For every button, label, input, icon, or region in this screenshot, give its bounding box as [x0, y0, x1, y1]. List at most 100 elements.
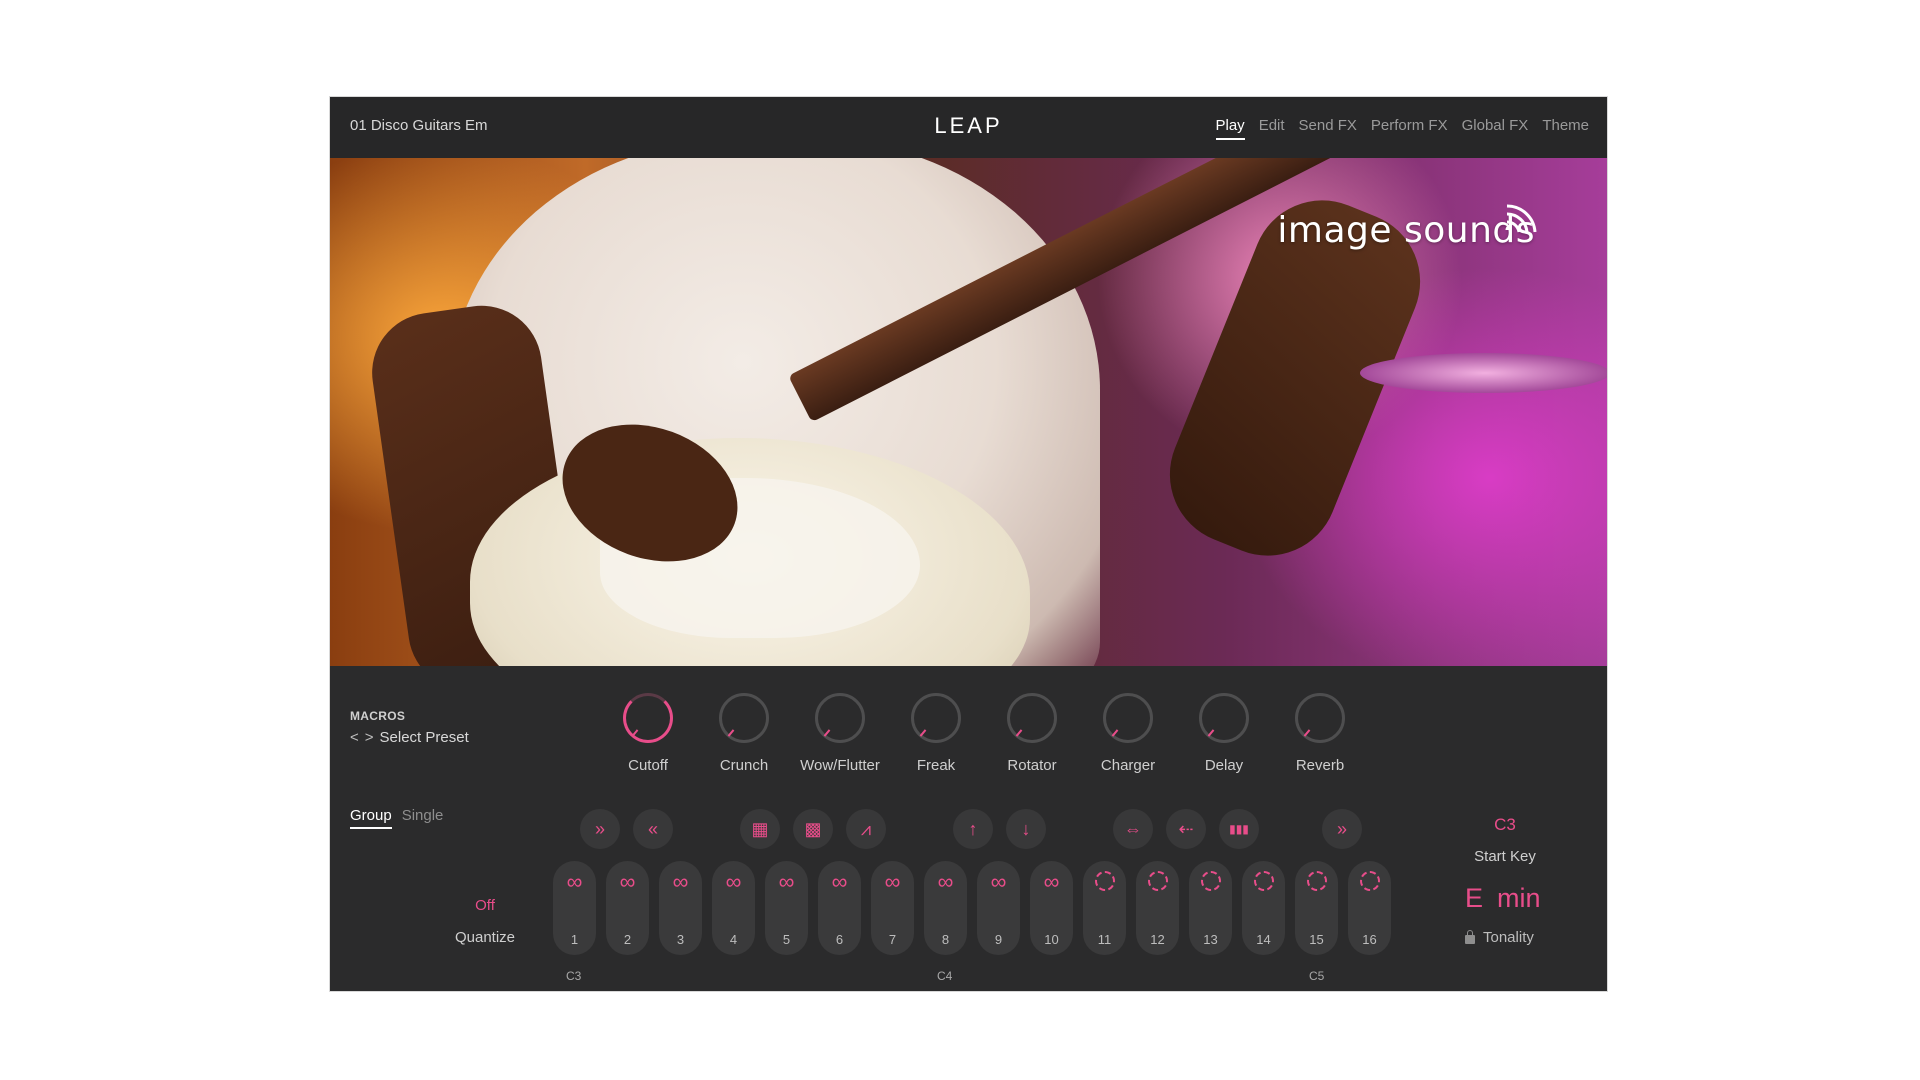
tonality-label-row: Tonality	[1465, 929, 1534, 946]
rotator-knob[interactable]	[1007, 693, 1057, 743]
pad-5[interactable]: ∞ 5	[765, 861, 808, 955]
stretch-icon: ⇔	[1124, 818, 1142, 839]
mode-tabs: Group Single	[350, 807, 443, 829]
tab-single[interactable]: Single	[402, 807, 444, 829]
tonality-key[interactable]: E	[1465, 883, 1483, 914]
quantize-label: Quantize	[454, 929, 516, 946]
octave-marker-c4: C4	[937, 969, 953, 983]
pad-number: 12	[1150, 932, 1165, 947]
pad-13[interactable]: 13	[1189, 861, 1232, 955]
reverse-icon: ⇠	[1178, 818, 1194, 839]
pad-4[interactable]: ∞ 4	[712, 861, 755, 955]
loop-icon: ∞	[937, 869, 954, 894]
pad-14[interactable]: 14	[1242, 861, 1285, 955]
pad-11[interactable]: 11	[1083, 861, 1126, 955]
pitch-down-icon: ↓	[1021, 818, 1031, 839]
reverse-button[interactable]: ⇠	[1166, 809, 1206, 849]
tab-group[interactable]: Group	[350, 807, 392, 829]
knob-label: Delay	[1204, 757, 1244, 774]
pad-6[interactable]: ∞ 6	[818, 861, 861, 955]
pad-number: 9	[994, 932, 1003, 947]
pad-1[interactable]: ∞ 1	[553, 861, 596, 955]
pitch-up-button[interactable]: ↑	[953, 809, 993, 849]
pad-number: 6	[835, 932, 844, 947]
tonality-mode[interactable]: min	[1497, 883, 1541, 914]
octave-marker-c5: C5	[1309, 969, 1325, 983]
pad-9[interactable]: ∞ 9	[977, 861, 1020, 955]
delay-knob[interactable]	[1199, 693, 1249, 743]
hero-cymbal	[1360, 353, 1607, 393]
preset-name[interactable]: 01 Disco Guitars Em	[350, 117, 488, 134]
macro-cutoff: Cutoff	[600, 693, 696, 774]
macro-reverb: Reverb	[1272, 693, 1368, 774]
start-key-label: Start Key	[1474, 848, 1536, 865]
knob-label: Charger	[1100, 757, 1156, 774]
pad-16[interactable]: 16	[1348, 861, 1391, 955]
macros-label: MACROS	[350, 709, 406, 723]
select-preset-label[interactable]: Select Preset	[380, 729, 469, 746]
empty-slot-icon	[1147, 871, 1168, 891]
freak-knob[interactable]	[911, 693, 961, 743]
wow-flutter-knob[interactable]	[815, 693, 865, 743]
empty-slot-icon	[1253, 871, 1274, 891]
knob-label: Crunch	[719, 757, 769, 774]
fast-forward-button-2[interactable]: »	[1322, 809, 1362, 849]
tab-perform-fx[interactable]: Perform FX	[1371, 117, 1448, 140]
pad-2[interactable]: ∞ 2	[606, 861, 649, 955]
leap-logo: LEAP	[934, 113, 1003, 138]
loop-icon: ∞	[884, 869, 901, 894]
pitch-up-icon: ↑	[968, 818, 978, 839]
slice-dense-button[interactable]: ▩	[793, 809, 833, 849]
leap-plugin-window: 01 Disco Guitars Em LEAP Play Edit Send …	[330, 97, 1607, 991]
rewind-button[interactable]: «	[633, 809, 673, 849]
tab-play[interactable]: Play	[1215, 117, 1245, 140]
empty-slot-icon	[1094, 871, 1115, 891]
tab-theme[interactable]: Theme	[1542, 117, 1589, 140]
tab-global-fx[interactable]: Global FX	[1462, 117, 1529, 140]
fast-forward-button[interactable]: »	[580, 809, 620, 849]
loop-icon: ∞	[1043, 869, 1060, 894]
cutoff-knob[interactable]	[623, 693, 673, 743]
stutter-button[interactable]: ▮▮▮	[1219, 809, 1259, 849]
fast-forward-icon: »	[1336, 818, 1347, 839]
macro-preset-selector: < > Select Preset	[350, 729, 469, 746]
pad-7[interactable]: ∞ 7	[871, 861, 914, 955]
pad-number: 15	[1309, 932, 1324, 947]
image-sounds-brand: image sounds	[1277, 210, 1535, 251]
slice-grid-icon: ▦	[751, 818, 769, 839]
octave-marker-c3: C3	[566, 969, 582, 983]
envelope-button[interactable]: ⩘	[846, 809, 886, 849]
pad-10[interactable]: ∞ 10	[1030, 861, 1073, 955]
slice-grid-button[interactable]: ▦	[740, 809, 780, 849]
chevron-right-icon[interactable]: >	[365, 729, 374, 746]
pad-15[interactable]: 15	[1295, 861, 1338, 955]
chevron-left-icon[interactable]: <	[350, 729, 359, 746]
loop-icon: ∞	[831, 869, 848, 894]
macro-knobs: Cutoff Crunch Wow/Flutter Freak Rotator …	[600, 693, 1368, 774]
tab-edit[interactable]: Edit	[1259, 117, 1285, 140]
tonality-selector[interactable]: E min	[1465, 883, 1541, 914]
pad-number: 16	[1362, 932, 1377, 947]
pitch-down-button[interactable]: ↓	[1006, 809, 1046, 849]
reverb-knob[interactable]	[1295, 693, 1345, 743]
pad-3[interactable]: ∞ 3	[659, 861, 702, 955]
loop-icon: ∞	[566, 869, 583, 894]
tab-send-fx[interactable]: Send FX	[1299, 117, 1357, 140]
stretch-button[interactable]: ⇔	[1113, 809, 1153, 849]
wireless-waves-icon	[1505, 204, 1537, 233]
empty-slot-icon	[1359, 871, 1380, 891]
loop-icon: ∞	[619, 869, 636, 894]
pad-12[interactable]: 12	[1136, 861, 1179, 955]
knob-label: Cutoff	[628, 757, 668, 774]
envelope-icon: ⩘	[860, 818, 872, 839]
charger-knob[interactable]	[1103, 693, 1153, 743]
start-key-value[interactable]: C3	[1475, 815, 1535, 835]
crunch-knob[interactable]	[719, 693, 769, 743]
macro-delay: Delay	[1176, 693, 1272, 774]
macro-wow-flutter: Wow/Flutter	[792, 693, 888, 774]
quantize-value[interactable]: Off	[455, 897, 515, 914]
pad-8[interactable]: ∞ 8	[924, 861, 967, 955]
lock-icon[interactable]	[1465, 929, 1475, 944]
macro-freak: Freak	[888, 693, 984, 774]
pad-row: ∞ 1 ∞ 2 ∞ 3 ∞ 4 ∞ 5 ∞ 6 ∞ 7 ∞ 8 ∞ 9 ∞ 10 11 12 13 …	[553, 861, 1391, 955]
